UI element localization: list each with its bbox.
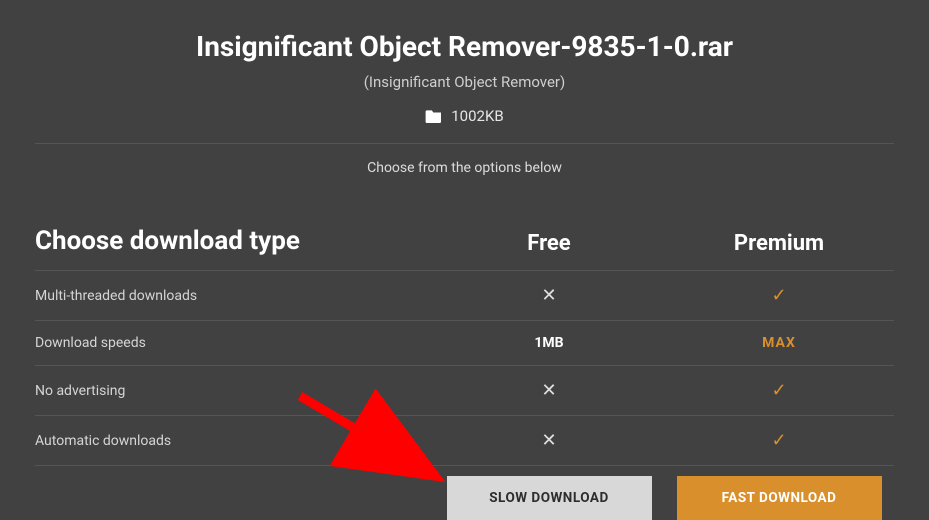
comparison-table: Choose download type Free Premium Multi-… bbox=[35, 226, 894, 520]
table-row: Download speeds 1MB MAX bbox=[35, 321, 894, 366]
free-value: ✕ bbox=[434, 430, 664, 451]
cross-icon: ✕ bbox=[541, 430, 556, 451]
file-subtitle: (Insignificant Object Remover) bbox=[35, 73, 894, 91]
feature-label: Automatic downloads bbox=[35, 433, 434, 449]
premium-value: ✓ bbox=[664, 285, 894, 306]
divider bbox=[35, 143, 894, 144]
check-icon: ✓ bbox=[771, 285, 786, 306]
free-speed: 1MB bbox=[534, 335, 563, 351]
table-header-row: Choose download type Free Premium bbox=[35, 226, 894, 271]
file-title: Insignificant Object Remover-9835-1-0.ra… bbox=[35, 30, 894, 63]
fast-download-button[interactable]: FAST DOWNLOAD bbox=[677, 476, 882, 520]
instruction-text: Choose from the options below bbox=[35, 160, 894, 176]
feature-label: Multi-threaded downloads bbox=[35, 288, 434, 304]
download-options-container: Insignificant Object Remover-9835-1-0.ra… bbox=[0, 0, 929, 520]
cross-icon: ✕ bbox=[541, 285, 556, 306]
premium-value: MAX bbox=[664, 335, 894, 351]
file-size: 1002KB bbox=[451, 107, 503, 125]
free-value: ✕ bbox=[434, 285, 664, 306]
slow-download-button[interactable]: SLOW DOWNLOAD bbox=[447, 476, 652, 520]
feature-label: Download speeds bbox=[35, 335, 434, 351]
table-row: No advertising ✕ ✓ bbox=[35, 366, 894, 416]
premium-speed: MAX bbox=[762, 335, 796, 351]
slow-download-col: SLOW DOWNLOAD bbox=[434, 476, 664, 520]
file-header: Insignificant Object Remover-9835-1-0.ra… bbox=[35, 30, 894, 125]
col-header-free: Free bbox=[434, 231, 664, 256]
button-row: SLOW DOWNLOAD FAST DOWNLOAD bbox=[35, 476, 894, 520]
table-row: Multi-threaded downloads ✕ ✓ bbox=[35, 271, 894, 321]
fast-download-col: FAST DOWNLOAD bbox=[664, 476, 894, 520]
col-header-premium: Premium bbox=[664, 231, 894, 256]
premium-value: ✓ bbox=[664, 430, 894, 451]
premium-value: ✓ bbox=[664, 380, 894, 401]
check-icon: ✓ bbox=[771, 380, 786, 401]
feature-label: No advertising bbox=[35, 383, 434, 399]
table-row: Automatic downloads ✕ ✓ bbox=[35, 416, 894, 466]
folder-icon bbox=[425, 109, 443, 123]
free-value: 1MB bbox=[434, 335, 664, 351]
check-icon: ✓ bbox=[771, 430, 786, 451]
file-size-row: 1002KB bbox=[35, 107, 894, 125]
cross-icon: ✕ bbox=[541, 380, 556, 401]
free-value: ✕ bbox=[434, 380, 664, 401]
table-heading: Choose download type bbox=[35, 226, 434, 256]
